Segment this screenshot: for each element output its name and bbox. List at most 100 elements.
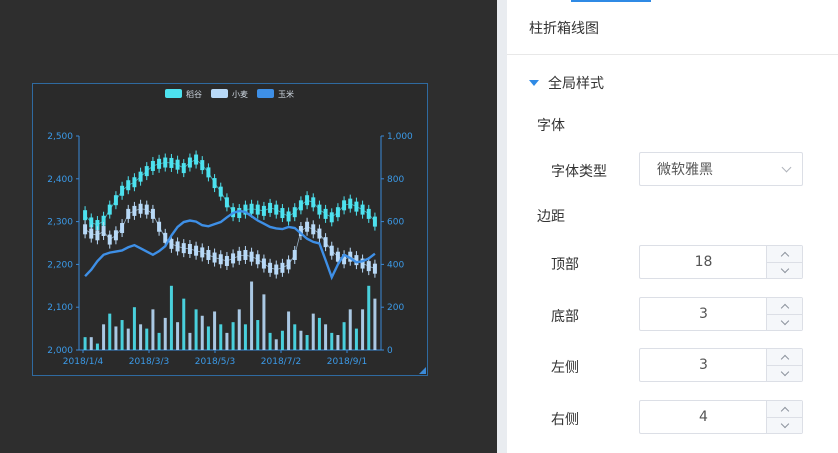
bar [262,294,266,350]
bar [188,332,192,350]
increment-button[interactable] [767,298,802,315]
chevron-down-icon [780,367,789,376]
bar [114,326,118,350]
bar [373,298,377,350]
y-left-tick-label: 2,500 [47,132,73,142]
bar [367,285,371,350]
margin-right-input[interactable]: 4 [640,401,767,433]
margin-right-label: 右侧 [551,412,579,428]
increment-button[interactable] [767,246,802,263]
bar [274,339,278,350]
chevron-up-icon [780,354,789,363]
margin-left-label: 左侧 [551,360,579,376]
margin-right-stepper[interactable]: 4 [639,400,803,434]
panel-divider[interactable] [497,0,507,453]
divider [507,54,838,55]
bar [89,337,93,350]
chart-svg: 稻谷 小麦 玉米 2,000 2,100 2,200 2,300 2,400 2,500 0 200… [47,89,413,367]
config-panel: 柱折箱线图 全局样式 字体 字体类型 微软雅黑 边距 顶部 18 底部 3 左侧… [507,0,838,453]
bar [120,320,124,350]
bar [108,313,112,350]
bar [268,332,272,350]
section-global-style[interactable]: 全局样式 [529,73,604,93]
bar [151,309,155,350]
legend-swatch [165,89,182,98]
margin-top-stepper[interactable]: 18 [639,245,803,279]
bar [169,285,173,350]
y-right-tick-label: 800 [387,175,404,185]
y-right-tick-label: 200 [387,303,404,313]
caret-down-icon [529,80,539,86]
legend-label: 玉米 [278,89,294,99]
bar [213,311,217,350]
bar [95,343,99,350]
chevron-down-icon [781,162,792,173]
margin-left-stepper[interactable]: 3 [639,348,803,382]
active-tab-indicator [571,0,651,2]
bar [293,324,297,350]
x-tick-label: 2018/9/1 [327,357,367,367]
chevron-down-icon [780,316,789,325]
bar [324,324,328,350]
margin-top-label: 顶部 [551,257,579,273]
bar [139,324,143,350]
font-group-label: 字体 [537,118,565,134]
y-right-tick-label: 400 [387,260,404,270]
margin-bottom-input[interactable]: 3 [640,298,767,330]
y-left-tick-label: 2,200 [47,260,73,270]
increment-button[interactable] [767,349,802,366]
decrement-button[interactable] [767,314,802,330]
increment-button[interactable] [767,401,802,418]
wheat-box [83,224,88,235]
chevron-down-icon [780,264,789,273]
margin-left-input[interactable]: 3 [640,349,767,381]
y-right-tick-label: 0 [387,346,393,356]
bar [250,281,254,350]
y-left-tick-label: 2,300 [47,218,73,228]
y-left-tick-label: 2,100 [47,303,73,313]
chevron-up-icon [780,406,789,415]
y-right-tick-label: 600 [387,218,404,228]
chevron-down-icon [780,419,789,428]
font-type-select[interactable]: 微软雅黑 [639,152,803,186]
y-left-tick-label: 2,400 [47,175,73,185]
x-tick-label: 2018/7/2 [261,357,301,367]
bar [182,298,186,350]
bar [311,313,315,350]
bar [280,330,284,350]
bar [200,315,204,350]
resize-handle-icon[interactable] [419,367,426,374]
bar [176,322,180,350]
font-type-label: 字体类型 [551,164,607,180]
section-label: 全局样式 [548,76,604,92]
x-tick-label: 2018/3/3 [129,357,169,367]
bar [342,322,346,350]
bar [361,309,365,350]
chart-widget[interactable]: 稻谷 小麦 玉米 2,000 2,100 2,200 2,300 2,400 2,500 0 200… [32,83,428,376]
chevron-up-icon [780,303,789,312]
bar [299,330,303,350]
margin-group-label: 边距 [537,209,565,225]
decrement-button[interactable] [767,365,802,381]
bar [256,320,260,350]
bar [237,309,241,350]
margin-bottom-stepper[interactable]: 3 [639,297,803,331]
bar [126,328,130,350]
legend-swatch [257,89,274,98]
y-right-tick-label: 1,000 [387,132,413,142]
bar [157,332,161,350]
x-tick-label: 2018/5/3 [195,357,235,367]
panel-title: 柱折箱线图 [529,21,599,37]
bar [145,328,149,350]
font-type-value: 微软雅黑 [657,162,713,178]
decrement-button[interactable] [767,417,802,433]
margin-bottom-label: 底部 [551,309,579,325]
margin-top-input[interactable]: 18 [640,246,767,278]
bar [163,317,167,350]
decrement-button[interactable] [767,262,802,278]
bar [225,332,229,350]
chevron-up-icon [780,251,789,260]
bar [317,317,321,350]
bar [354,328,358,350]
bar [336,335,340,350]
